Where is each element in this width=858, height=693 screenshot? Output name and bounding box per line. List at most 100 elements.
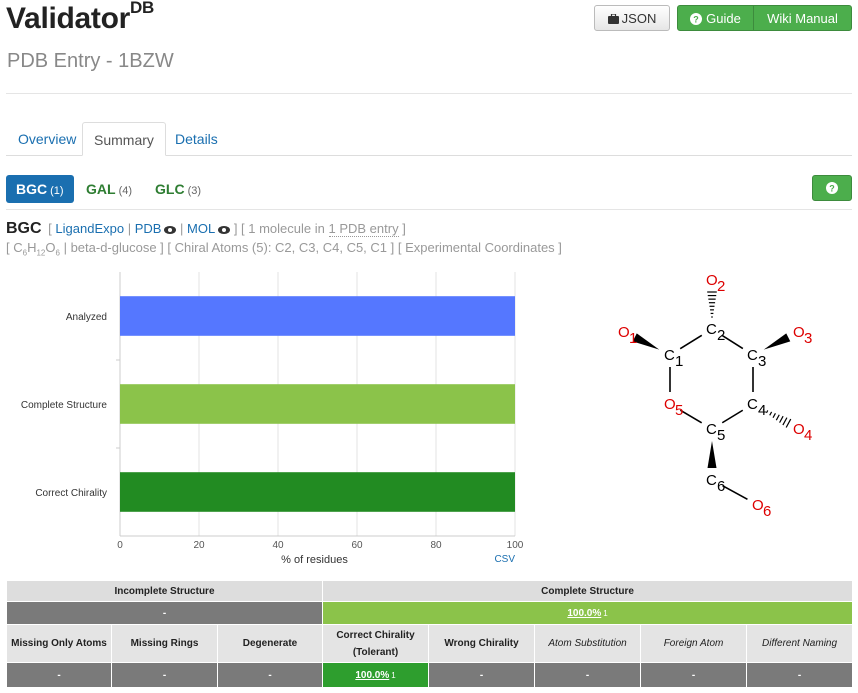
chiral-atoms: Chiral Atoms (5): C2, C3, C4, C5, C1 [174,240,388,255]
coordinates-type: Experimental Coordinates [405,240,555,255]
category-label: Analyzed [66,312,107,323]
molecule-count: 1 molecule in [248,221,325,236]
hash-line [785,418,792,428]
mol-link[interactable]: MOL [187,221,215,236]
page-subtitle: PDB Entry - 1BZW [7,50,174,72]
wedge-bond [763,333,791,350]
atom-index: 4 [758,402,766,419]
hash-bond [707,291,717,318]
incomplete-structure-header: Incomplete Structure [5,580,324,602]
atom-o4: O [793,421,805,438]
guide-button[interactable]: ? Guide [677,5,754,31]
atom-index: 2 [717,278,725,295]
app-title-text: Validator [6,2,131,35]
x-tick-label: 100 [507,540,524,551]
atom-c1: C [664,347,675,364]
ligand-code: BGC [6,220,42,237]
ligand-pill-bgc[interactable]: BGC (1) [6,175,74,203]
ligand-name: beta-d-glucose [70,240,157,255]
atom-index: 1 [629,330,637,347]
category-label: Complete Structure [21,400,108,411]
ligandexpo-link[interactable]: LigandExpo [55,221,124,236]
value-foreign-atom: - [640,662,748,688]
bar-correct-chirality [120,472,515,512]
atom-index: 3 [758,353,766,370]
atom-index: 5 [675,402,683,419]
atom-index: 3 [804,330,812,347]
ligand-pill-count: (4) [118,185,133,197]
value-missing-only-atoms: - [6,662,112,688]
guide-button-label: Guide [706,11,741,26]
atom-c6: C [706,472,717,489]
atom-c5: C [706,421,717,438]
ligand-pill-gal[interactable]: GAL (4) [76,175,142,203]
pdb-entry-link[interactable]: 1 PDB entry [328,221,399,237]
atom-index: 6 [717,478,725,495]
question-circle-icon: ? [826,182,838,194]
x-tick-label: 60 [351,540,363,551]
ligand-pill-count: (3) [187,185,202,197]
eye-icon[interactable] [164,225,177,234]
atom-o5: O [664,396,676,413]
correct-chirality-count: 1 [391,670,396,680]
complete-structure-value[interactable]: 100.0% 1 [322,601,854,625]
formula-element: C [13,240,23,255]
ligand-pill-code: BGC [16,181,48,197]
category-wrong-chirality: Wrong Chirality [428,624,536,663]
category-label: Correct Chirality [35,488,107,499]
eye-icon[interactable] [218,225,231,234]
value-correct-chirality[interactable]: 100.0% 1 [322,662,430,688]
complete-structure-header: Complete Structure [322,580,854,602]
bond [679,409,703,424]
ligand-pill-glc[interactable]: GLC (3) [145,175,211,203]
hash-line [772,413,776,419]
category-atom-substitution: Atom Substitution [534,624,642,663]
x-axis-label: % of residues [281,554,348,566]
tab-details[interactable]: Details [164,122,229,156]
ligand-pill-count: (1) [50,185,64,197]
wedge-bond [707,441,717,468]
value-degenerate: - [216,662,324,688]
correct-chirality-percent[interactable]: 100.0% [355,670,389,681]
bond [721,409,744,424]
x-tick-label: 80 [430,540,442,551]
atom-c3: C [747,347,758,364]
category-missing-only-atoms: Missing Only Atoms [6,624,112,663]
json-button[interactable]: JSON [594,5,670,31]
bond [679,334,703,350]
bar-complete-structure [120,384,515,424]
x-tick-label: 0 [117,540,123,551]
atom-c4: C [747,396,758,413]
svg-text:?: ? [693,15,699,25]
pdb-link[interactable]: PDB [135,221,162,236]
atom-o2: O [706,272,718,289]
atom-index: 4 [804,427,812,444]
tab-overview[interactable]: Overview [7,122,87,156]
bond [722,485,748,500]
value-missing-rings: - [111,662,218,688]
x-tick-label: 40 [272,540,284,551]
hash-line [775,414,780,421]
chemical-formula: C6H12O6 [13,240,60,258]
atom-o3: O [793,324,805,341]
summary-table: Incomplete Structure Complete Structure … [5,580,854,688]
atom-c2: C [706,321,717,338]
tab-summary[interactable]: Summary [82,122,166,156]
json-button-label: JSON [621,11,657,26]
header-divider [6,93,852,94]
bar-analyzed [120,296,515,336]
hash-line [765,410,769,414]
ligand-pill-code: GAL [86,181,116,197]
atom-index: 2 [717,327,725,344]
help-button[interactable]: ? [812,175,852,201]
category-foreign-atom: Foreign Atom [640,624,748,663]
hash-line [779,415,784,423]
csv-link[interactable]: CSV [494,554,515,565]
category-missing-rings: Missing Rings [111,624,218,663]
atom-index: 6 [763,503,771,520]
complete-percent[interactable]: 100.0% [567,608,601,619]
formula-element: O [45,240,56,255]
formula-count: 6 [55,248,60,258]
wiki-manual-button[interactable]: Wiki Manual [753,5,852,31]
complete-count: 1 [603,608,608,618]
